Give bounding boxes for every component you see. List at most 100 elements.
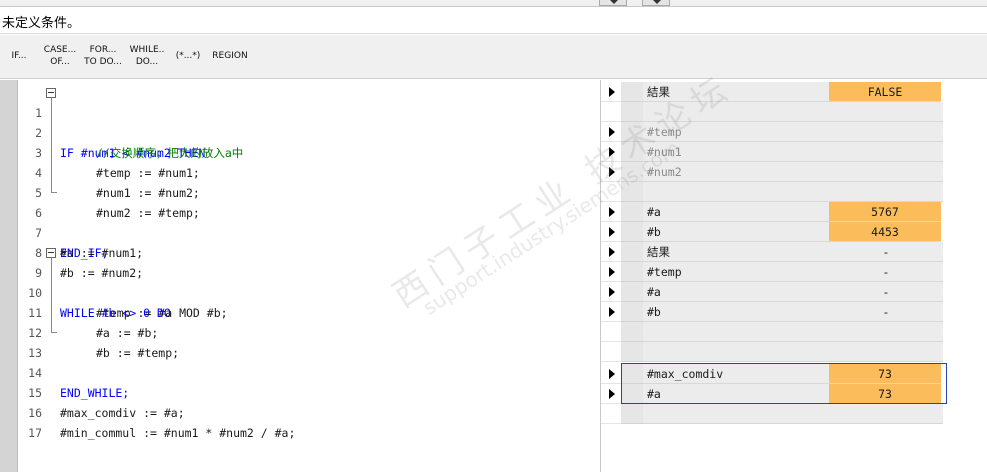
expand-arrow-icon[interactable] [609, 287, 615, 297]
arrow-cell[interactable] [601, 222, 621, 242]
insert-comment-button[interactable]: (*...*) [170, 41, 206, 71]
expand-arrow-icon[interactable] [609, 389, 615, 399]
line-number: 17 [28, 426, 42, 440]
expand-arrow-icon[interactable] [609, 167, 615, 177]
code-line[interactable]: 4 #num1 := #num2; [18, 143, 598, 200]
monitor-row[interactable]: #num1 [601, 142, 943, 162]
spacer-cell [621, 162, 643, 182]
monitor-row[interactable]: #temp - [601, 262, 943, 282]
insert-region-button[interactable]: REGION [208, 41, 252, 71]
window-top-strip [0, 0, 987, 7]
monitor-row[interactable]: #num2 [601, 162, 943, 182]
monitor-row[interactable]: #a - [601, 282, 943, 302]
arrow-cell[interactable] [601, 162, 621, 182]
code-line[interactable]: 17 [18, 403, 598, 440]
monitor-row [601, 102, 943, 122]
code-line[interactable]: 12 #b := #temp; [18, 303, 598, 360]
code-line[interactable]: 13 END_WHILE; [18, 323, 598, 400]
monitor-row [601, 342, 943, 362]
arrow-cell[interactable] [601, 364, 621, 384]
arrow-cell[interactable] [601, 262, 621, 282]
code-line[interactable]: 3 #temp := #num1; [18, 123, 598, 180]
arrow-cell[interactable] [601, 384, 621, 404]
expand-arrow-icon[interactable] [609, 369, 615, 379]
monitor-row[interactable]: 結果 FALSE [601, 82, 943, 102]
monitor-value [829, 162, 943, 182]
monitor-name: #num1 [643, 142, 829, 162]
insert-if-button[interactable]: IF... [3, 41, 35, 71]
monitor-name: #a [643, 202, 829, 222]
condition-bar: 未定义条件。 [0, 8, 987, 34]
insert-while-button[interactable]: WHILE.. DO... [126, 41, 168, 71]
code-line[interactable]: 9 WHILE #b <> 0 DO [18, 243, 598, 320]
code-line[interactable]: 11 #a := #b; [18, 283, 598, 340]
monitor-value [829, 182, 943, 202]
code-line[interactable]: 15 #max_comdiv := #a; [18, 363, 598, 420]
spacer-cell [621, 262, 643, 282]
insert-for-label-2: TO DO... [84, 57, 122, 67]
expand-arrow-icon[interactable] [609, 147, 615, 157]
insert-for-button[interactable]: FOR... TO DO... [82, 41, 124, 71]
spacer-cell [621, 122, 643, 142]
expand-arrow-icon[interactable] [609, 87, 615, 97]
code-line[interactable]: 14 [18, 343, 598, 380]
spacer-cell [621, 302, 643, 322]
monitor-row[interactable]: #b - [601, 302, 943, 322]
insert-case-button[interactable]: CASE... OF... [40, 41, 80, 71]
spacer-cell [621, 242, 643, 262]
arrow-cell[interactable] [601, 202, 621, 222]
monitor-row [601, 404, 943, 424]
spacer-cell [621, 182, 643, 202]
arrow-cell[interactable] [601, 302, 621, 322]
arrow-cell[interactable] [601, 142, 621, 162]
monitor-row[interactable]: #a 5767 [601, 202, 943, 222]
expand-arrow-icon[interactable] [609, 127, 615, 137]
insert-while-label-1: WHILE.. [129, 45, 165, 55]
instruction-toolbar: IF... CASE... OF... FOR... TO DO... WHIL… [0, 35, 987, 79]
monitor-row[interactable]: 結果 - [601, 242, 943, 262]
collapse-up-button[interactable] [599, 0, 627, 6]
code-line[interactable]: 2 //交换顺序，把大的放入a中 [18, 103, 598, 160]
arrow-cell[interactable] [601, 122, 621, 142]
code-line[interactable]: 16 #min_commul := #num1 * #num2 / #a; [18, 383, 598, 440]
spacer-cell [621, 404, 643, 424]
code-line[interactable]: 8 #b := #num2; [18, 223, 598, 280]
scl-code-editor[interactable]: 1 IF #num1 < #num2 THEN 2 //交换顺序，把大的放入a中… [0, 80, 600, 472]
insert-while-label-2: DO... [135, 57, 159, 67]
spacer-cell [621, 142, 643, 162]
spacer-cell [621, 342, 643, 362]
insert-case-label-2: OF... [50, 57, 70, 67]
code-line[interactable]: 7 #a := #num1; [18, 203, 598, 260]
arrow-cell[interactable] [601, 242, 621, 262]
arrow-cell[interactable] [601, 282, 621, 302]
code-line[interactable]: 1 IF #num1 < #num2 THEN [18, 83, 598, 160]
code-line[interactable]: 10 #temp := #a MOD #b; [18, 263, 598, 320]
code-line[interactable]: 5 #num2 := #temp; [18, 163, 598, 220]
monitor-name: #b [643, 302, 829, 322]
expand-arrow-icon[interactable] [609, 227, 615, 237]
expand-arrow-icon[interactable] [609, 267, 615, 277]
collapse-down-button[interactable] [642, 0, 670, 6]
monitor-name: #b [643, 222, 829, 242]
expand-arrow-icon[interactable] [609, 307, 615, 317]
fold-collapse-icon[interactable] [46, 248, 56, 258]
insert-comment-label: (*...*) [175, 51, 201, 61]
fold-collapse-icon[interactable] [46, 88, 56, 98]
arrow-cell [601, 342, 621, 362]
code-line[interactable]: 6 END_IF; [18, 183, 598, 260]
monitor-row [601, 182, 943, 202]
monitor-row[interactable]: #b 4453 [601, 222, 943, 242]
editor-gutter [0, 80, 18, 472]
insert-case-label-1: CASE... [43, 45, 77, 55]
monitor-name [643, 102, 829, 122]
fold-end-marker [51, 183, 57, 193]
monitor-value: - [829, 262, 943, 282]
monitor-name: #temp [643, 122, 829, 142]
expand-arrow-icon[interactable] [609, 247, 615, 257]
arrow-cell [601, 102, 621, 122]
expand-arrow-icon[interactable] [609, 207, 615, 217]
monitor-value: 4453 [829, 222, 941, 242]
arrow-cell[interactable] [601, 82, 621, 102]
monitor-value: - [829, 302, 943, 322]
monitor-row[interactable]: #temp [601, 122, 943, 142]
